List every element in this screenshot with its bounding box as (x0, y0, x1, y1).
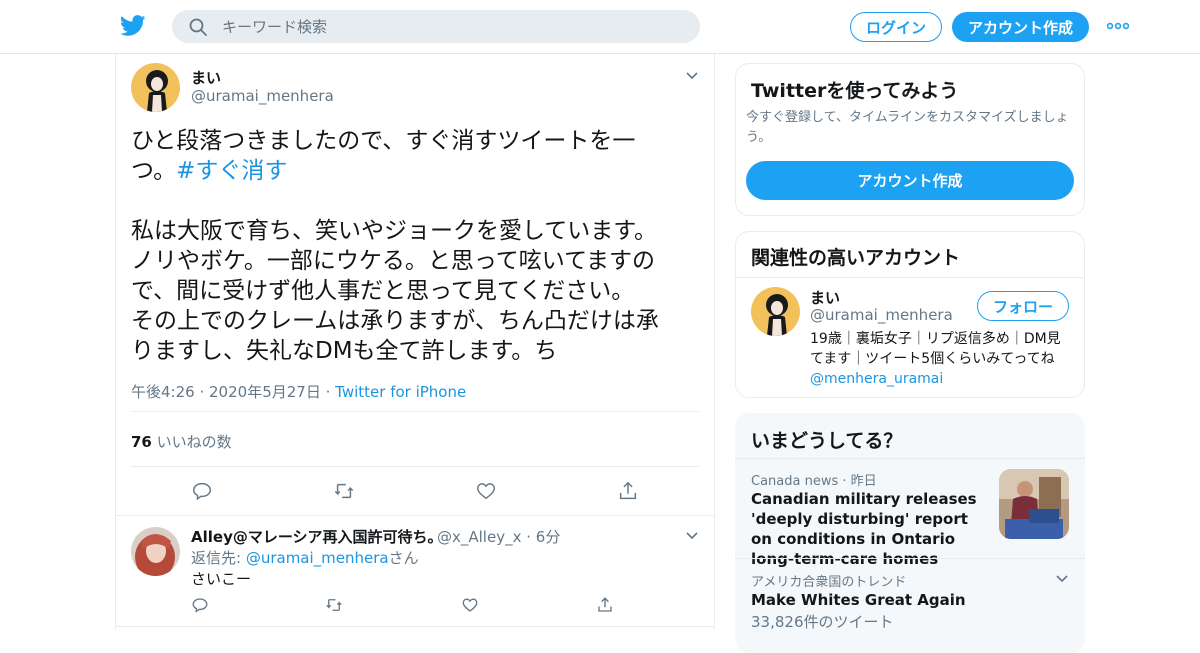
likes-label: いいねの数 (156, 433, 232, 451)
whats-happening-card: いまどうしてる？ Canada news · 昨日 Canadian milit… (735, 413, 1085, 653)
card-title: 関連性の高いアカウント (751, 247, 961, 269)
tweet-detail-column: まい @uramai_menhera ひと段落つきましたので、すぐ消すツイートを… (115, 54, 715, 630)
divider (736, 277, 1084, 278)
reply-author-handle[interactable]: @x_Alley_x (437, 528, 521, 546)
mention-link[interactable]: @menhera_uramai (810, 371, 943, 387)
likes-count: 76 (131, 433, 152, 451)
share-icon[interactable] (617, 480, 639, 502)
replying-to: 返信先: @uramai_menheraさん (191, 547, 419, 568)
avatar[interactable] (131, 527, 180, 576)
like-heart-icon[interactable] (475, 480, 497, 502)
account-handle[interactable]: @uramai_menhera (810, 306, 953, 324)
account-name[interactable]: まい (810, 287, 840, 308)
search-input[interactable] (222, 10, 682, 43)
chevron-down-icon[interactable] (1055, 574, 1069, 584)
twitter-bird-logo-icon[interactable] (120, 14, 146, 38)
news-thumbnail[interactable] (999, 469, 1069, 539)
card-title: Twitterを使ってみよう (751, 80, 959, 102)
retweet-icon[interactable] (325, 596, 343, 614)
likes-stat[interactable]: 76 いいねの数 (131, 431, 232, 452)
follow-button[interactable]: フォロー (977, 291, 1069, 321)
trend-region: アメリカ合衆国のトレンド (751, 575, 907, 590)
meta-separator: · (526, 528, 536, 546)
tweet-source-link[interactable]: Twitter for iPhone (335, 383, 466, 401)
reply-text: さいこー (191, 570, 252, 588)
divider (116, 626, 714, 627)
signup-card: Twitterを使ってみよう 今すぐ登録して、タイムラインをカスタマイズしましょ… (735, 63, 1085, 216)
avatar[interactable] (131, 63, 180, 112)
news-meta: Canada news · 昨日 (751, 470, 877, 489)
meta-separator: · (199, 383, 210, 401)
reply-time[interactable]: 6分 (536, 528, 561, 546)
share-icon[interactable] (596, 596, 614, 614)
tweet-metadata: 午後4:26 · 2020年5月27日 · Twitter for iPhone (131, 381, 466, 402)
login-button[interactable]: ログイン (850, 12, 942, 42)
trend-name[interactable]: Make Whites Great Again (751, 590, 966, 610)
account-bio: 19歳｜裏垢女子｜リプ返信多め｜DM見てます｜ツイート5個くらいみてってね @me… (810, 329, 1072, 389)
meta-separator: · (325, 383, 336, 401)
signup-button[interactable]: アカウント作成 (952, 12, 1089, 42)
search-bar[interactable] (172, 10, 700, 43)
news-source: Canada news (751, 474, 839, 489)
tweet-text-part: 私は大阪で育ち、笑いやジョークを愛しています。 ノリやボケ。一部にウケる。と思っ… (131, 218, 659, 364)
more-options-icon[interactable] (1107, 22, 1129, 30)
account-bio-text: 19歳｜裏垢女子｜リプ返信多め｜DM見てます｜ツイート5個くらいみてってね (810, 331, 1061, 367)
meta-separator: · (842, 474, 851, 489)
reply-author-name[interactable]: Alley@マレーシア再入国許可待ち。 (191, 526, 443, 547)
reply-icon[interactable] (191, 480, 213, 502)
like-heart-icon[interactable] (461, 596, 479, 614)
top-navigation-bar: ログイン アカウント作成 (0, 0, 1200, 54)
divider (131, 411, 699, 412)
tweet-text: ひと段落つきましたので、すぐ消すツイートを一 つ。#すぐ消す 私は大阪で育ち、笑… (131, 126, 691, 366)
hashtag-link[interactable]: #すぐ消す (176, 158, 287, 184)
avatar[interactable] (751, 287, 800, 336)
reply-icon[interactable] (191, 596, 209, 614)
card-title: いまどうしてる？ (751, 430, 903, 452)
reply-author-meta[interactable]: @x_Alley_x · 6分 (437, 526, 560, 547)
mention-link[interactable]: @uramai_menhera (246, 549, 389, 567)
news-headline[interactable]: Canadian military releases 'deeply distu… (751, 489, 991, 569)
signup-description: 今すぐ登録して、タイムラインをカスタマイズしましょう。 (746, 110, 1069, 145)
replying-to-suffix: さん (388, 549, 419, 567)
tweet-date[interactable]: 2020年5月27日 (209, 383, 321, 401)
retweet-icon[interactable] (333, 480, 355, 502)
chevron-down-icon[interactable] (685, 71, 699, 81)
search-icon (189, 18, 207, 36)
replying-to-label: 返信先: (191, 549, 246, 567)
divider (735, 458, 1085, 459)
divider (735, 558, 1085, 559)
divider (131, 466, 699, 467)
related-accounts-card: 関連性の高いアカウント まい @uramai_menhera フォロー 19歳｜… (735, 231, 1085, 398)
tweet-author-name[interactable]: まい (191, 67, 221, 88)
divider (116, 515, 714, 516)
chevron-down-icon[interactable] (685, 531, 699, 541)
trend-tweet-count: 33,826件のツイート (751, 613, 894, 631)
create-account-button[interactable]: アカウント作成 (746, 161, 1074, 200)
tweet-time[interactable]: 午後4:26 (131, 383, 195, 401)
tweet-author-handle[interactable]: @uramai_menhera (191, 87, 334, 105)
news-time: 昨日 (850, 474, 877, 489)
